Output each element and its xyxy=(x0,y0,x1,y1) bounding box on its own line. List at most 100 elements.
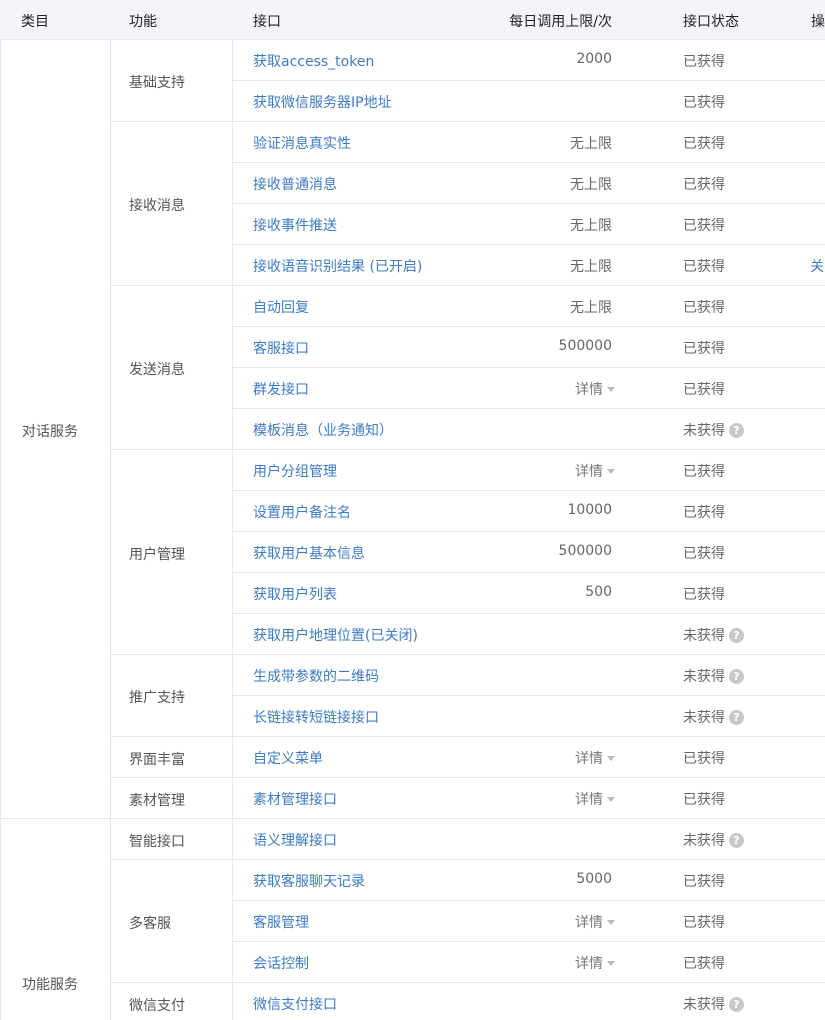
api-link[interactable]: 模板消息（业务通知） xyxy=(253,420,393,440)
limit-detail-dropdown[interactable]: 详情 xyxy=(575,461,615,481)
detail-label: 详情 xyxy=(575,915,603,931)
api-link[interactable]: 获取access_token xyxy=(253,51,374,71)
status-text: 已获得 xyxy=(683,133,725,153)
daily-limit-value: 无上限 xyxy=(570,218,612,234)
row-divider xyxy=(232,490,825,491)
limit-detail-dropdown[interactable]: 详情 xyxy=(575,789,615,809)
help-question-icon[interactable]: ? xyxy=(729,668,744,684)
operation-link[interactable]: 关 xyxy=(810,256,824,276)
status-label: 未获得 xyxy=(683,669,725,685)
api-link[interactable]: 获取用户基本信息 xyxy=(253,543,365,563)
api-link[interactable]: 获取微信服务器IP地址 xyxy=(253,92,392,112)
daily-limit-value: 无上限 xyxy=(570,136,612,152)
api-link[interactable]: 语义理解接口 xyxy=(253,830,337,850)
status-text: 已获得 xyxy=(683,543,725,563)
row-divider xyxy=(232,531,825,532)
api-link[interactable]: 接收事件推送 xyxy=(253,215,337,235)
status-label: 已获得 xyxy=(683,177,725,193)
api-link[interactable]: 长链接转短链接接口 xyxy=(253,707,379,727)
help-question-icon[interactable]: ? xyxy=(729,422,744,438)
help-question-icon[interactable]: ? xyxy=(729,996,744,1012)
status-text: 已获得 xyxy=(683,584,725,604)
header-status: 接口状态 xyxy=(683,14,739,30)
category-label: 对话服务 xyxy=(22,423,78,440)
row-divider xyxy=(232,162,825,163)
help-question-icon[interactable]: ? xyxy=(729,627,744,643)
function-label: 接收消息 xyxy=(129,198,185,214)
status-text: 已获得 xyxy=(683,256,725,276)
help-question-icon[interactable]: ? xyxy=(729,832,744,848)
status-label: 已获得 xyxy=(683,587,725,603)
api-link[interactable]: 客服管理 xyxy=(253,912,309,932)
function-label: 多客服 xyxy=(129,915,171,932)
api-link[interactable]: 生成带参数的二维码 xyxy=(253,666,379,686)
status-label: 未获得 xyxy=(683,833,725,849)
status-label: 未获得 xyxy=(683,628,725,644)
status-text: 未获得? xyxy=(683,830,744,850)
api-link[interactable]: 接收普通消息 xyxy=(253,174,337,194)
row-divider xyxy=(232,285,825,286)
row-divider xyxy=(232,367,825,368)
status-label: 已获得 xyxy=(683,218,725,234)
status-text: 已获得 xyxy=(683,789,725,809)
daily-limit-value: 500 xyxy=(585,584,612,600)
header-category: 类目 xyxy=(21,14,49,30)
daily-limit-value: 500000 xyxy=(558,338,612,354)
status-label: 未获得 xyxy=(683,423,725,439)
api-link[interactable]: 设置用户备注名 xyxy=(253,502,351,522)
category-label: 功能服务 xyxy=(22,977,78,993)
row-divider xyxy=(232,859,825,860)
caret-down-icon xyxy=(607,796,615,802)
status-text: 未获得? xyxy=(683,625,744,645)
caret-down-icon xyxy=(607,468,615,474)
status-label: 已获得 xyxy=(683,464,725,480)
status-label: 已获得 xyxy=(683,874,725,890)
api-link[interactable]: 自动回复 xyxy=(253,297,309,317)
status-label: 已获得 xyxy=(683,546,725,562)
detail-label: 详情 xyxy=(575,792,603,808)
api-link[interactable]: 获取用户地理位置(已关闭) xyxy=(253,625,418,645)
api-link[interactable]: 微信支付接口 xyxy=(253,994,337,1014)
column-divider xyxy=(232,40,233,1020)
function-label: 素材管理 xyxy=(129,792,185,809)
status-label: 已获得 xyxy=(683,382,725,398)
function-label: 界面丰富 xyxy=(129,751,185,768)
row-divider xyxy=(232,572,825,573)
function-label: 发送消息 xyxy=(129,362,185,378)
limit-detail-dropdown[interactable]: 详情 xyxy=(575,379,615,399)
row-divider xyxy=(232,613,825,614)
limit-detail-dropdown[interactable]: 详情 xyxy=(575,912,615,932)
status-label: 已获得 xyxy=(683,259,725,275)
status-text: 未获得? xyxy=(683,994,744,1014)
daily-limit-value: 10000 xyxy=(567,502,612,518)
row-divider xyxy=(232,900,825,901)
api-link[interactable]: 会话控制 xyxy=(253,953,309,973)
api-link[interactable]: 接收语音识别结果 (已开启) xyxy=(253,256,422,276)
limit-detail-dropdown[interactable]: 详情 xyxy=(575,748,615,768)
status-label: 已获得 xyxy=(683,956,725,972)
api-link[interactable]: 群发接口 xyxy=(253,379,309,399)
column-divider xyxy=(0,40,1,1020)
header-operation: 操 xyxy=(811,14,825,30)
status-text: 已获得 xyxy=(683,748,725,768)
header-function: 功能 xyxy=(129,14,157,30)
status-label: 已获得 xyxy=(683,300,725,316)
api-link[interactable]: 用户分组管理 xyxy=(253,461,337,481)
status-label: 已获得 xyxy=(683,341,725,357)
status-text: 未获得? xyxy=(683,666,744,686)
status-text: 已获得 xyxy=(683,51,725,71)
api-link[interactable]: 素材管理接口 xyxy=(253,789,337,809)
help-question-icon[interactable]: ? xyxy=(729,709,744,725)
api-link[interactable]: 客服接口 xyxy=(253,338,309,358)
api-link[interactable]: 验证消息真实性 xyxy=(253,133,351,153)
limit-detail-dropdown[interactable]: 详情 xyxy=(575,953,615,973)
status-label: 已获得 xyxy=(683,95,725,111)
row-divider xyxy=(232,695,825,696)
row-divider xyxy=(232,736,825,737)
status-label: 未获得 xyxy=(683,710,725,726)
api-link[interactable]: 获取用户列表 xyxy=(253,584,337,604)
status-text: 已获得 xyxy=(683,297,725,317)
api-link[interactable]: 自定义菜单 xyxy=(253,748,323,768)
row-divider xyxy=(232,326,825,327)
api-link[interactable]: 获取客服聊天记录 xyxy=(253,871,365,891)
